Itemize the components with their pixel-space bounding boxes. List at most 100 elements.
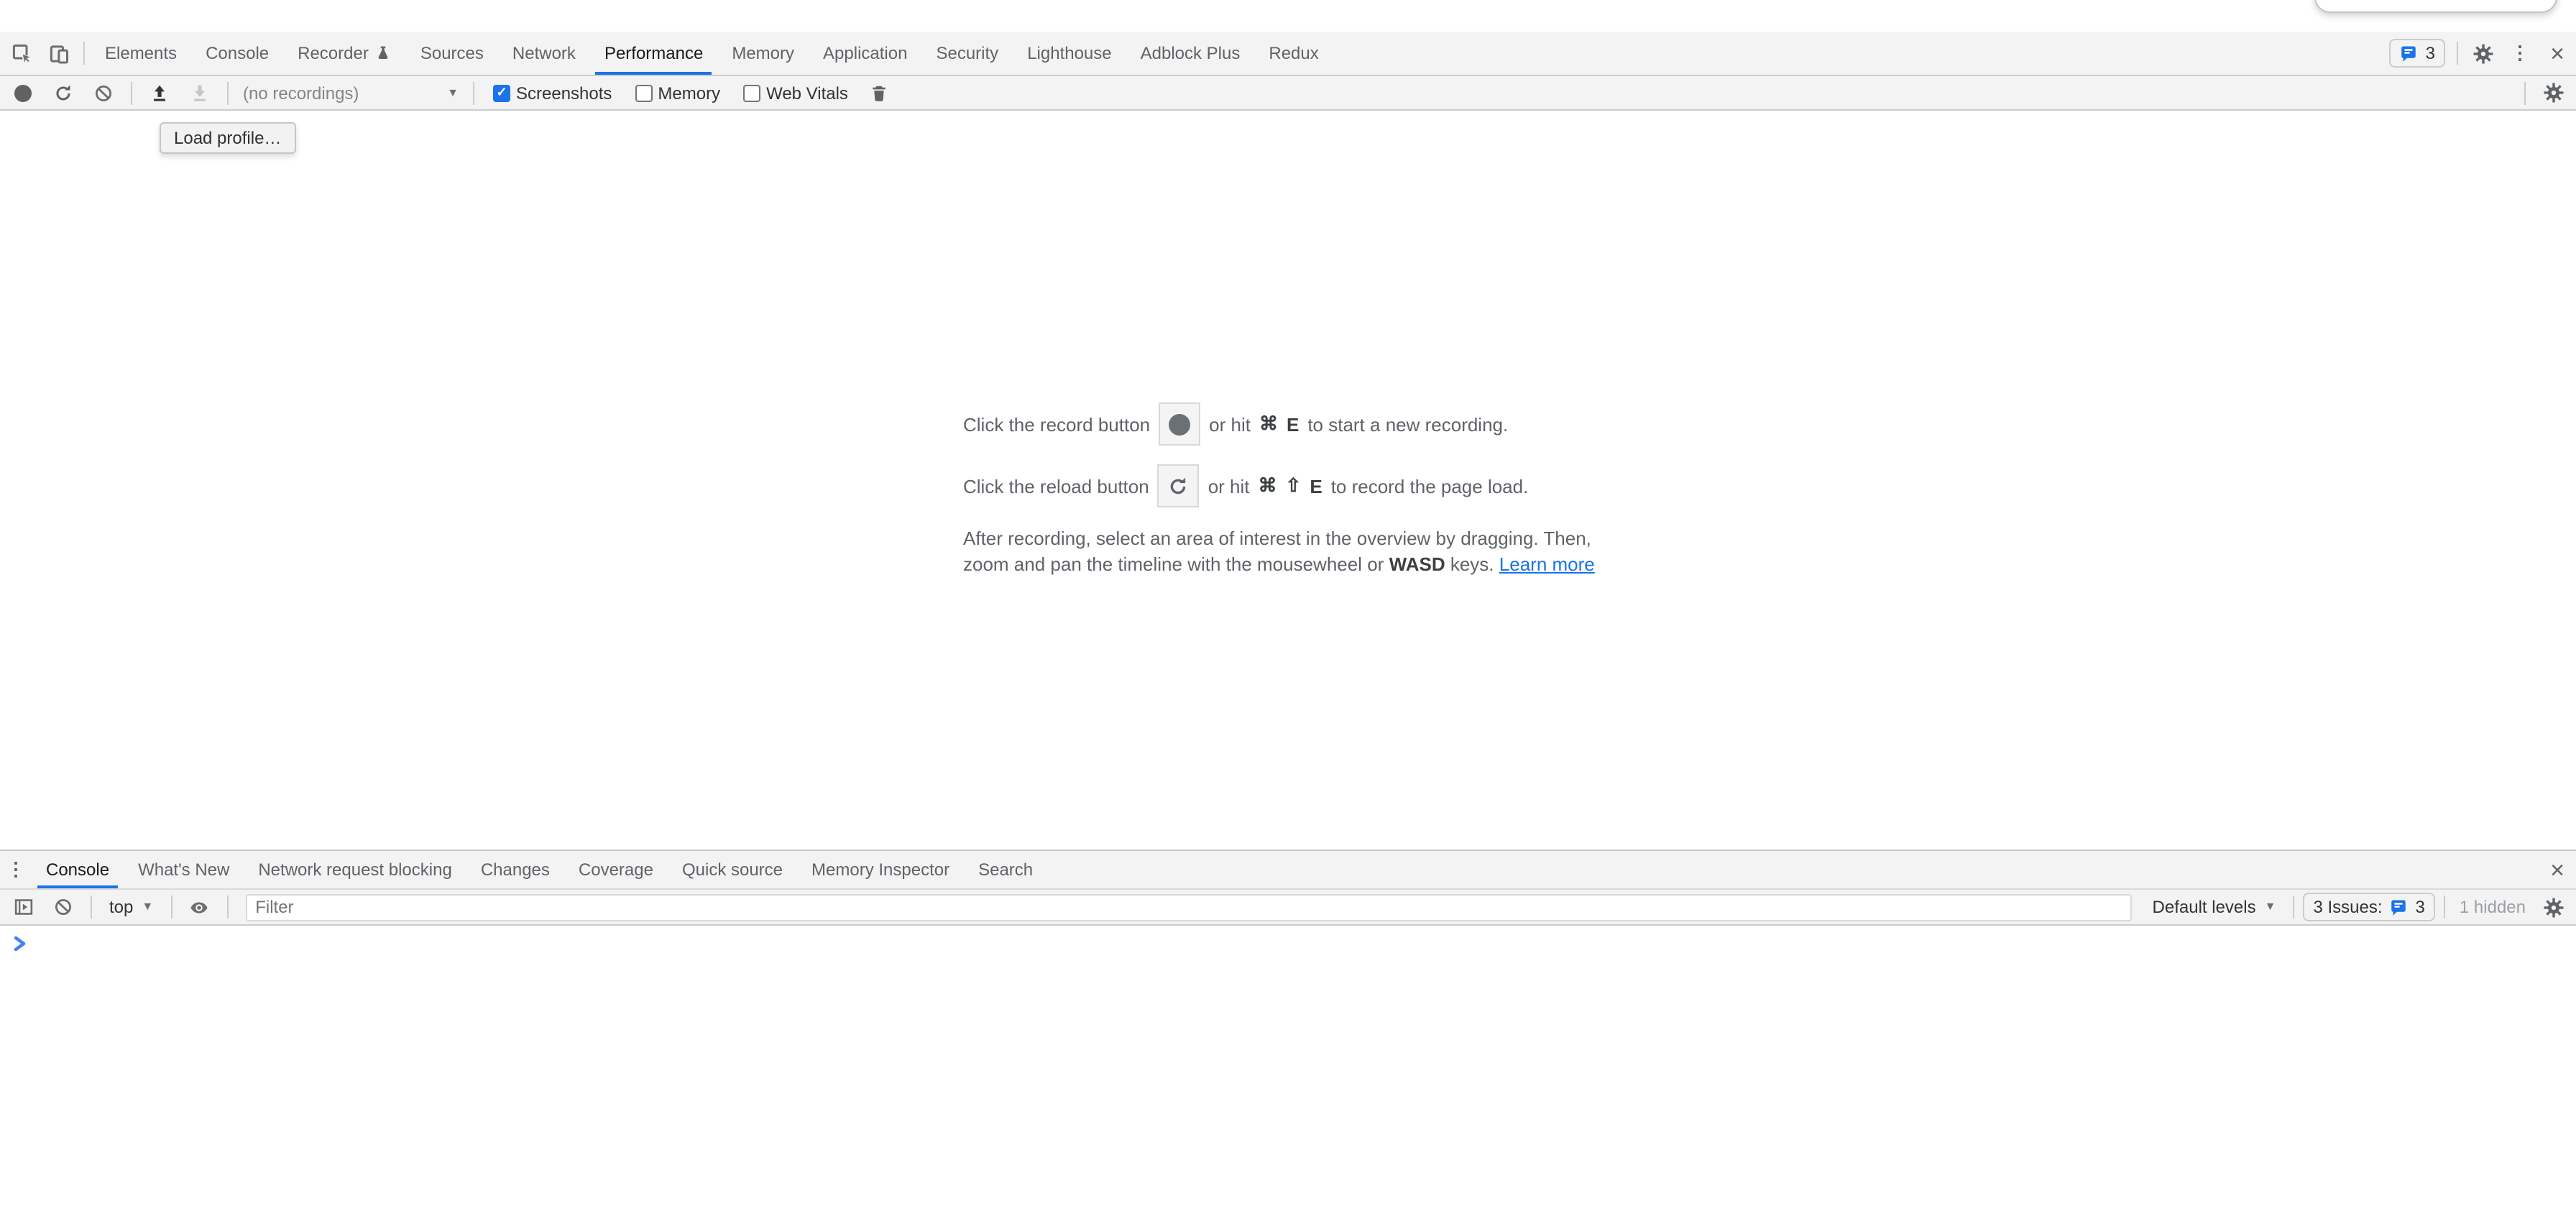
tab-label: What's New [138,860,229,880]
clear-console-button[interactable] [45,890,82,924]
separator [91,896,92,919]
web-vitals-checkbox[interactable] [743,84,760,101]
tab-label: Redux [1269,43,1318,63]
screenshots-checkbox[interactable]: ✓ [493,84,510,101]
separator [131,81,132,104]
drawer-tab-console[interactable]: Console [32,851,124,888]
tab-label: Coverage [579,860,653,880]
save-profile-button-disabled[interactable] [181,76,218,109]
drawer-tab-search[interactable]: Search [964,851,1047,888]
sidebar-toggle-icon [12,897,34,917]
separator [226,896,228,919]
instruction-text: or hit [1209,413,1251,435]
console-prompt-chevron-icon[interactable] [13,936,27,952]
issues-bubble-icon [2390,898,2409,916]
tab-performance[interactable]: Performance [590,32,717,75]
garbage-collect-button[interactable] [861,76,898,109]
tab-label: Lighthouse [1027,43,1111,63]
recordings-select-value: (no recordings) [243,83,359,103]
show-console-sidebar-button[interactable] [4,890,42,924]
more-options-button[interactable]: ⋮ [2501,32,2539,75]
close-icon: × [2550,41,2564,65]
load-profile-tooltip: Load profile… [160,122,295,154]
tab-adblock-plus[interactable]: Adblock Plus [1126,32,1255,75]
usage-paragraph: After recording, select an area of inter… [963,526,1613,578]
tab-label: Adblock Plus [1141,43,1241,63]
separator [170,896,172,919]
close-devtools-button[interactable]: × [2539,32,2576,75]
screenshots-checkbox-group[interactable]: ✓ Screenshots [493,83,612,103]
reload-icon [1168,475,1190,497]
tab-label: Security [936,43,998,63]
gear-icon [2542,896,2564,918]
separator [227,81,229,104]
e-key-symbol: E [1287,413,1299,435]
devtools-window: Elements Console Recorder Sources Networ… [0,0,2576,1206]
record-button-illustration [1159,402,1200,446]
recordings-select[interactable]: (no recordings) ▼ [237,83,464,103]
memory-checkbox[interactable] [635,84,652,101]
tab-lighthouse[interactable]: Lighthouse [1013,32,1126,75]
tab-application[interactable]: Application [809,32,921,75]
issues-bubble-icon [2400,44,2419,63]
tab-elements[interactable]: Elements [91,32,191,75]
tab-redux[interactable]: Redux [1254,32,1333,75]
console-messages-area[interactable] [0,926,2576,1206]
tab-sources[interactable]: Sources [406,32,498,75]
block-icon [53,897,73,917]
drawer-tab-coverage[interactable]: Coverage [564,851,668,888]
console-issues-button[interactable]: 3 Issues: 3 [2303,893,2434,921]
tab-label: Application [823,43,907,63]
tab-label: Search [978,860,1033,880]
device-toolbar-button[interactable] [40,32,78,75]
console-filter-input[interactable] [245,893,2132,921]
paragraph-line: zoom and pan the timeline with the mouse… [963,552,1613,578]
capture-settings-button[interactable] [2534,76,2572,109]
checkbox-label: Screenshots [516,83,612,103]
separator [473,81,474,104]
e-key-symbol: E [1310,475,1322,497]
memory-checkbox-group[interactable]: Memory [635,83,720,103]
web-vitals-checkbox-group[interactable]: Web Vitals [743,83,848,103]
chevron-down-icon: ▼ [447,87,459,98]
drawer-tab-network-request-blocking[interactable]: Network request blocking [244,851,466,888]
drawer-tab-changes[interactable]: Changes [466,851,564,888]
tab-label: Recorder [298,43,369,63]
load-profile-button[interactable] [141,76,178,109]
create-live-expression-button[interactable] [180,890,218,924]
clear-recordings-button[interactable] [85,76,122,109]
tab-network[interactable]: Network [498,32,590,75]
record-circle-icon [14,84,32,101]
issues-count: 3 [2416,897,2425,917]
separator [2293,896,2294,919]
inspect-element-button[interactable] [3,32,40,75]
record-button[interactable] [4,76,42,109]
hidden-messages-count: 1 hidden [2454,897,2531,917]
issues-counter-button[interactable]: 3 [2390,39,2445,68]
instruction-text: Click the reload button [963,475,1149,497]
tooltip-label: Load profile… [174,128,281,148]
drawer-more-tabs-button[interactable]: ⋮ [0,851,32,888]
block-icon [93,83,114,103]
javascript-context-select[interactable]: top ▼ [101,897,162,917]
tab-recorder[interactable]: Recorder [283,32,406,75]
settings-button[interactable] [2464,32,2501,75]
checkbox-label: Web Vitals [766,83,848,103]
inspect-cursor-icon [11,42,32,64]
download-arrow-icon [190,83,210,103]
console-settings-button[interactable] [2534,890,2572,924]
separator [83,42,85,65]
wasd-keys-text: WASD [1389,553,1445,575]
tab-memory[interactable]: Memory [717,32,809,75]
log-levels-select[interactable]: Default levels ▼ [2144,897,2285,917]
tab-console[interactable]: Console [191,32,283,75]
drawer-tab-memory-inspector[interactable]: Memory Inspector [797,851,964,888]
learn-more-link[interactable]: Learn more [1499,553,1595,575]
reload-and-record-button[interactable] [45,76,82,109]
drawer-tab-quick-source[interactable]: Quick source [668,851,797,888]
close-drawer-button[interactable]: × [2539,851,2576,888]
tab-security[interactable]: Security [921,32,1013,75]
separator [2524,81,2526,104]
chevron-down-icon: ▼ [2265,901,2276,913]
drawer-tab-whats-new[interactable]: What's New [124,851,244,888]
